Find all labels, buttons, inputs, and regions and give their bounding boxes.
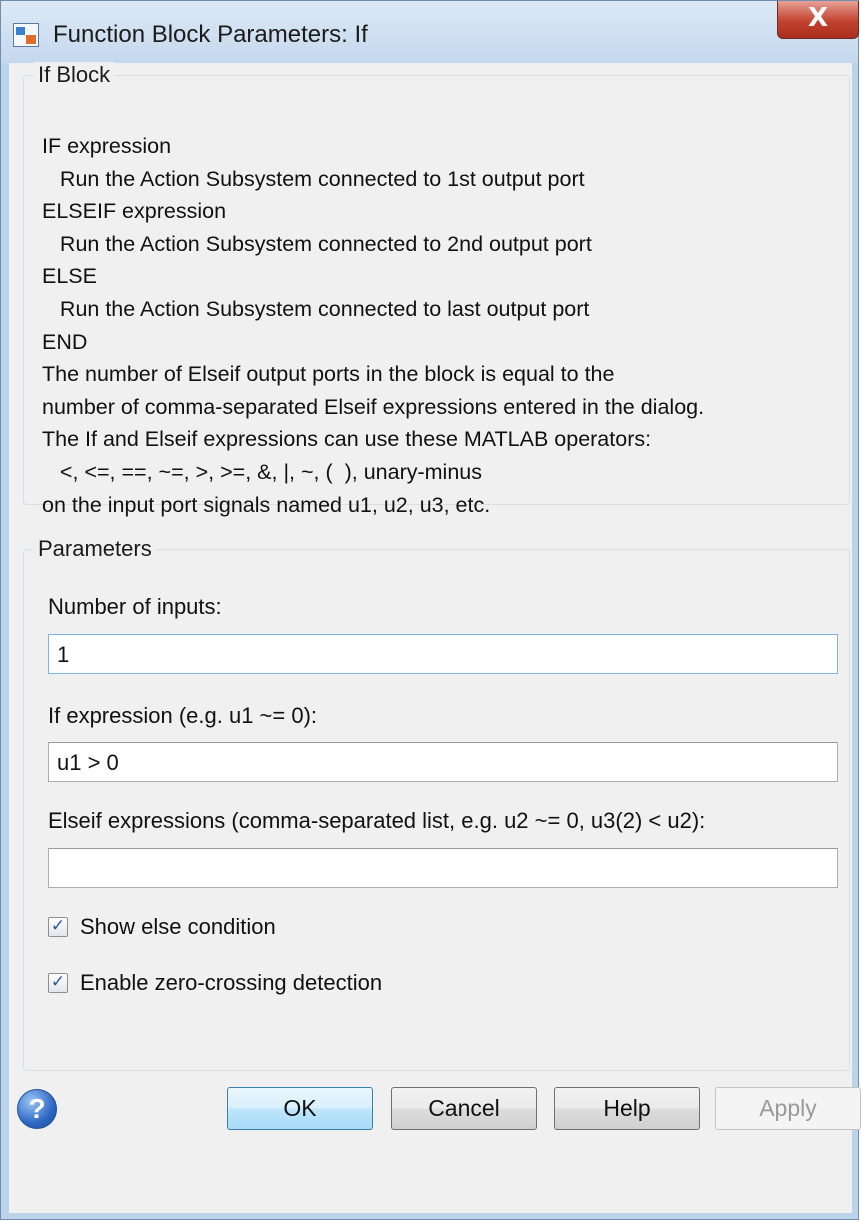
num-inputs-label: Number of inputs:: [48, 594, 222, 619]
dialog-window: Function Block Parameters: If X If Block…: [0, 0, 861, 1220]
description-line: The number of Elseif output ports in the…: [42, 362, 615, 387]
simulink-block-icon: [13, 23, 39, 47]
if-expression-label: If expression (e.g. u1 ~= 0):: [48, 703, 318, 728]
parameters-legend: Parameters: [34, 536, 156, 562]
description-line: The If and Elseif expressions can use th…: [42, 427, 652, 452]
block-description: IF expression Run the Action Subsystem c…: [42, 130, 704, 521]
description-line: on the input port signals named u1, u2, …: [42, 492, 491, 517]
zero-crossing-checkbox[interactable]: ✓: [48, 973, 68, 993]
description-line: Run the Action Subsystem connected to 1s…: [42, 166, 585, 191]
help-question-icon[interactable]: ?: [17, 1089, 57, 1129]
show-else-label[interactable]: Show else condition: [80, 914, 276, 940]
if-block-group: If Block IF expression Run the Action Su…: [23, 62, 850, 517]
num-inputs-field[interactable]: 1: [48, 634, 838, 674]
elseif-expressions-label: Elseif expressions (comma-separated list…: [48, 808, 706, 833]
elseif-expressions-field[interactable]: [48, 848, 838, 888]
cancel-button[interactable]: Cancel: [391, 1087, 537, 1130]
description-line: Run the Action Subsystem connected to 2n…: [42, 231, 592, 256]
dialog-body: If Block IF expression Run the Action Su…: [9, 62, 852, 1213]
parameters-group: Parameters Number of inputs: 1 If expres…: [23, 536, 850, 1071]
if-block-legend: If Block: [34, 62, 115, 88]
title-bar[interactable]: Function Block Parameters: If X: [1, 1, 859, 63]
description-line: <, <=, ==, ~=, >, >=, &, |, ~, ( ), unar…: [42, 459, 482, 484]
if-expression-field[interactable]: u1 > 0: [48, 742, 838, 782]
close-button[interactable]: X: [777, 1, 859, 39]
description-line: IF expression: [42, 134, 172, 158]
description-line: ELSEIF expression: [42, 199, 227, 224]
description-line: END: [42, 329, 88, 354]
ok-button[interactable]: OK: [227, 1087, 373, 1130]
zero-crossing-label[interactable]: Enable zero-crossing detection: [80, 970, 382, 996]
show-else-checkbox[interactable]: ✓: [48, 917, 68, 937]
description-line: Run the Action Subsystem connected to la…: [42, 296, 590, 321]
help-button[interactable]: Help: [554, 1087, 700, 1130]
apply-button[interactable]: Apply: [715, 1087, 861, 1130]
description-line: ELSE: [42, 264, 97, 289]
description-line: number of comma-separated Elseif express…: [42, 394, 705, 419]
window-title: Function Block Parameters: If: [53, 21, 368, 48]
